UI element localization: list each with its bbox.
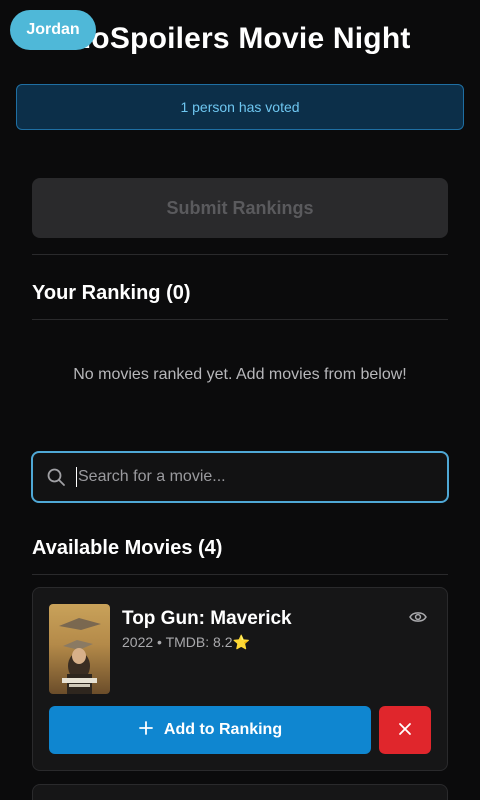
search-input[interactable] [78, 453, 447, 501]
plus-icon [138, 720, 154, 741]
eye-icon[interactable] [409, 610, 427, 624]
movie-poster [49, 604, 110, 694]
search-icon [46, 466, 68, 488]
ranking-section-title: Your Ranking (0) [32, 282, 191, 304]
ranking-empty-message: No movies ranked yet. Add movies from be… [73, 366, 407, 383]
user-badge[interactable]: Jordan [10, 10, 96, 50]
movie-card: Top Gun: Maverick 2022 • TMDB: 8.2⭐ Add … [32, 587, 448, 771]
divider [32, 319, 448, 320]
search-box[interactable] [31, 451, 449, 503]
divider [32, 254, 448, 255]
add-to-ranking-button[interactable]: Add to Ranking [49, 706, 371, 754]
add-to-ranking-label: Add to Ranking [163, 721, 283, 738]
available-section-title: Available Movies (4) [32, 537, 223, 559]
remove-movie-button[interactable] [379, 706, 431, 754]
vote-status-banner: 1 person has voted [16, 84, 464, 130]
app-page: NoSpoilers Movie Night Jordan 1 person h… [0, 0, 480, 800]
movie-meta: 2022 • TMDB: 8.2⭐ [122, 634, 250, 650]
text-caret [76, 467, 77, 487]
divider [32, 574, 448, 575]
movie-title: Top Gun: Maverick [122, 608, 292, 629]
submit-rankings-button[interactable]: Submit Rankings [32, 178, 448, 238]
movie-card [32, 784, 448, 800]
close-icon [397, 721, 413, 740]
